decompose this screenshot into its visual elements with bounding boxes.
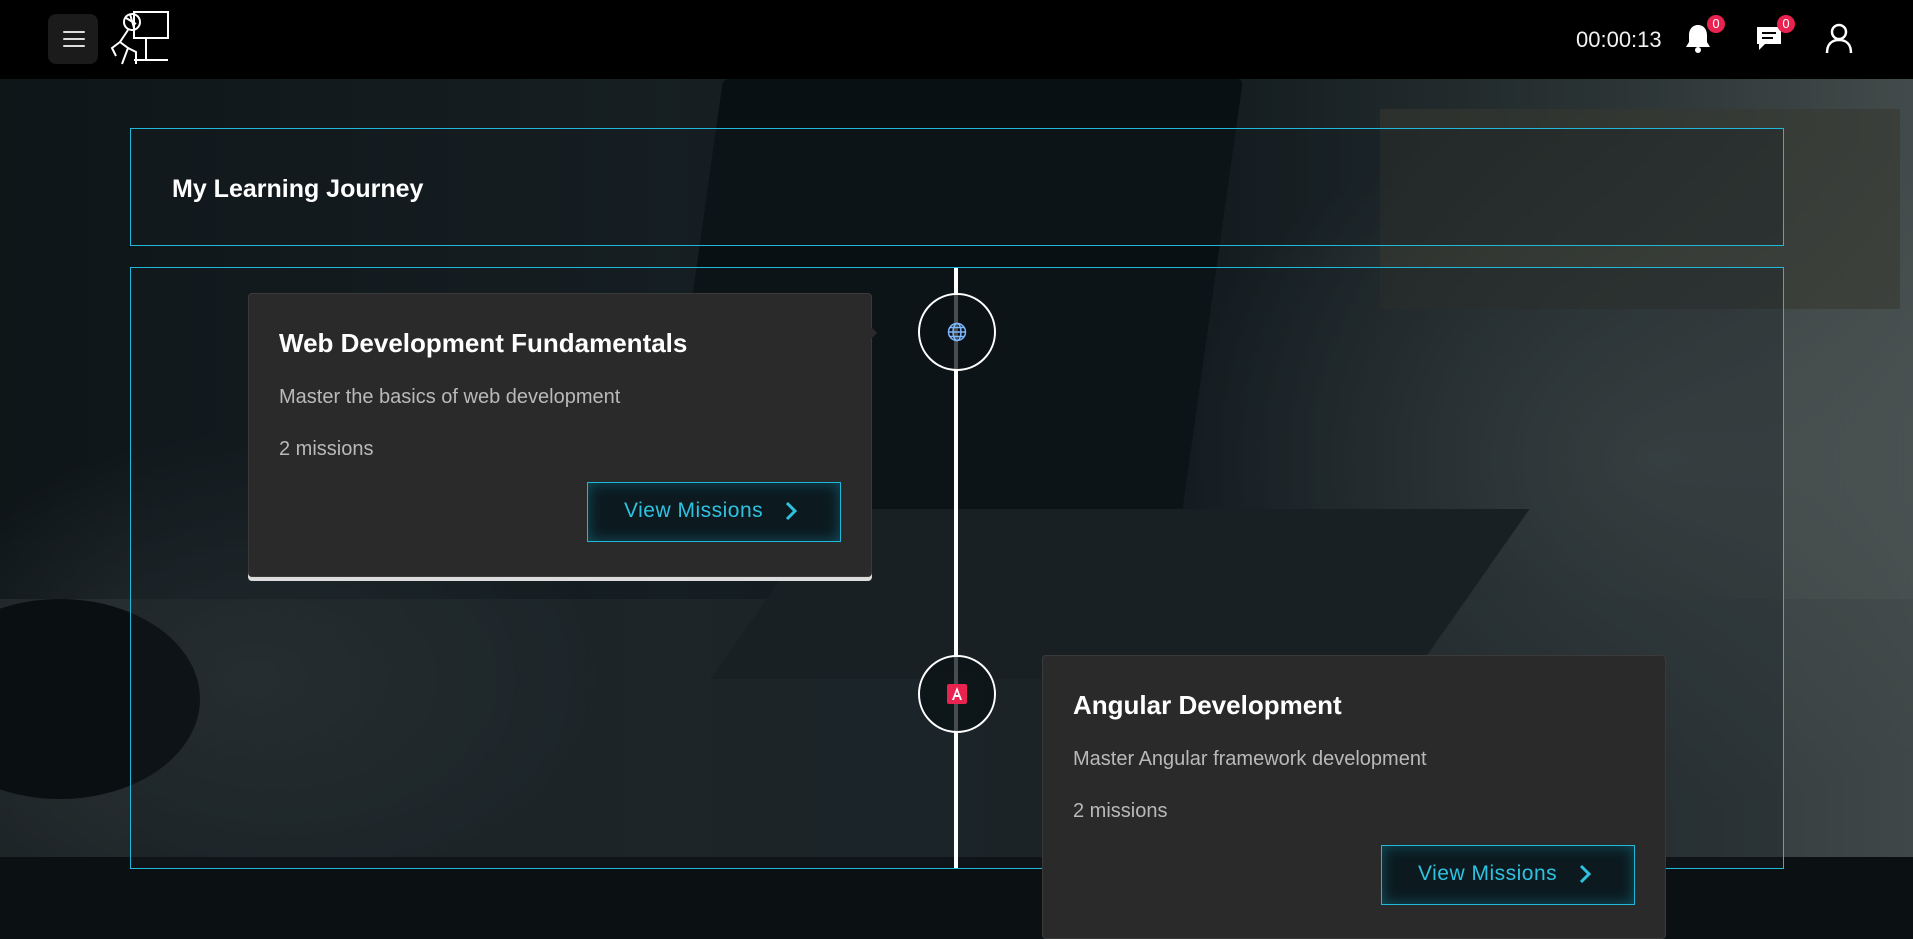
course-title: Web Development Fundamentals	[279, 328, 688, 358]
card-pointer	[869, 325, 877, 341]
course-missions-count: 2 missions	[1073, 800, 1168, 822]
angular-icon	[947, 684, 967, 704]
view-missions-button[interactable]: View Missions	[1381, 845, 1635, 905]
logo-icon[interactable]	[106, 8, 172, 70]
notifications-badge: 0	[1707, 15, 1725, 33]
timeline-node-angular	[918, 655, 996, 733]
view-missions-button[interactable]: View Missions	[587, 482, 841, 542]
course-title: Angular Development	[1073, 690, 1342, 720]
page-title: My Learning Journey	[172, 175, 424, 203]
course-description: Master Angular framework development	[1073, 748, 1427, 770]
timeline-node-web	[918, 293, 996, 371]
chevron-right-icon	[785, 501, 798, 521]
notifications-button[interactable]: 0	[1683, 15, 1725, 56]
menu-icon	[63, 31, 85, 33]
course-card-web-development: Web Development Fundamentals Master the …	[248, 293, 877, 577]
session-timer: 00:00:13	[1576, 27, 1662, 52]
globe-icon	[947, 322, 967, 342]
messages-button[interactable]: 0	[1753, 15, 1795, 56]
top-navbar: 00:00:13 0 0	[0, 0, 1913, 79]
chevron-right-icon	[1579, 864, 1592, 884]
menu-button[interactable]	[48, 14, 98, 64]
course-description: Master the basics of web development	[279, 386, 621, 408]
course-missions-count: 2 missions	[279, 438, 374, 460]
course-card-angular-development: Angular Development Master Angular frame…	[1042, 655, 1666, 939]
view-missions-label: View Missions	[1418, 862, 1558, 885]
user-icon	[1825, 23, 1853, 54]
user-profile-button[interactable]	[1823, 22, 1857, 56]
page-header-panel: My Learning Journey	[130, 128, 1784, 246]
messages-badge: 0	[1777, 15, 1795, 33]
view-missions-label: View Missions	[624, 499, 764, 522]
